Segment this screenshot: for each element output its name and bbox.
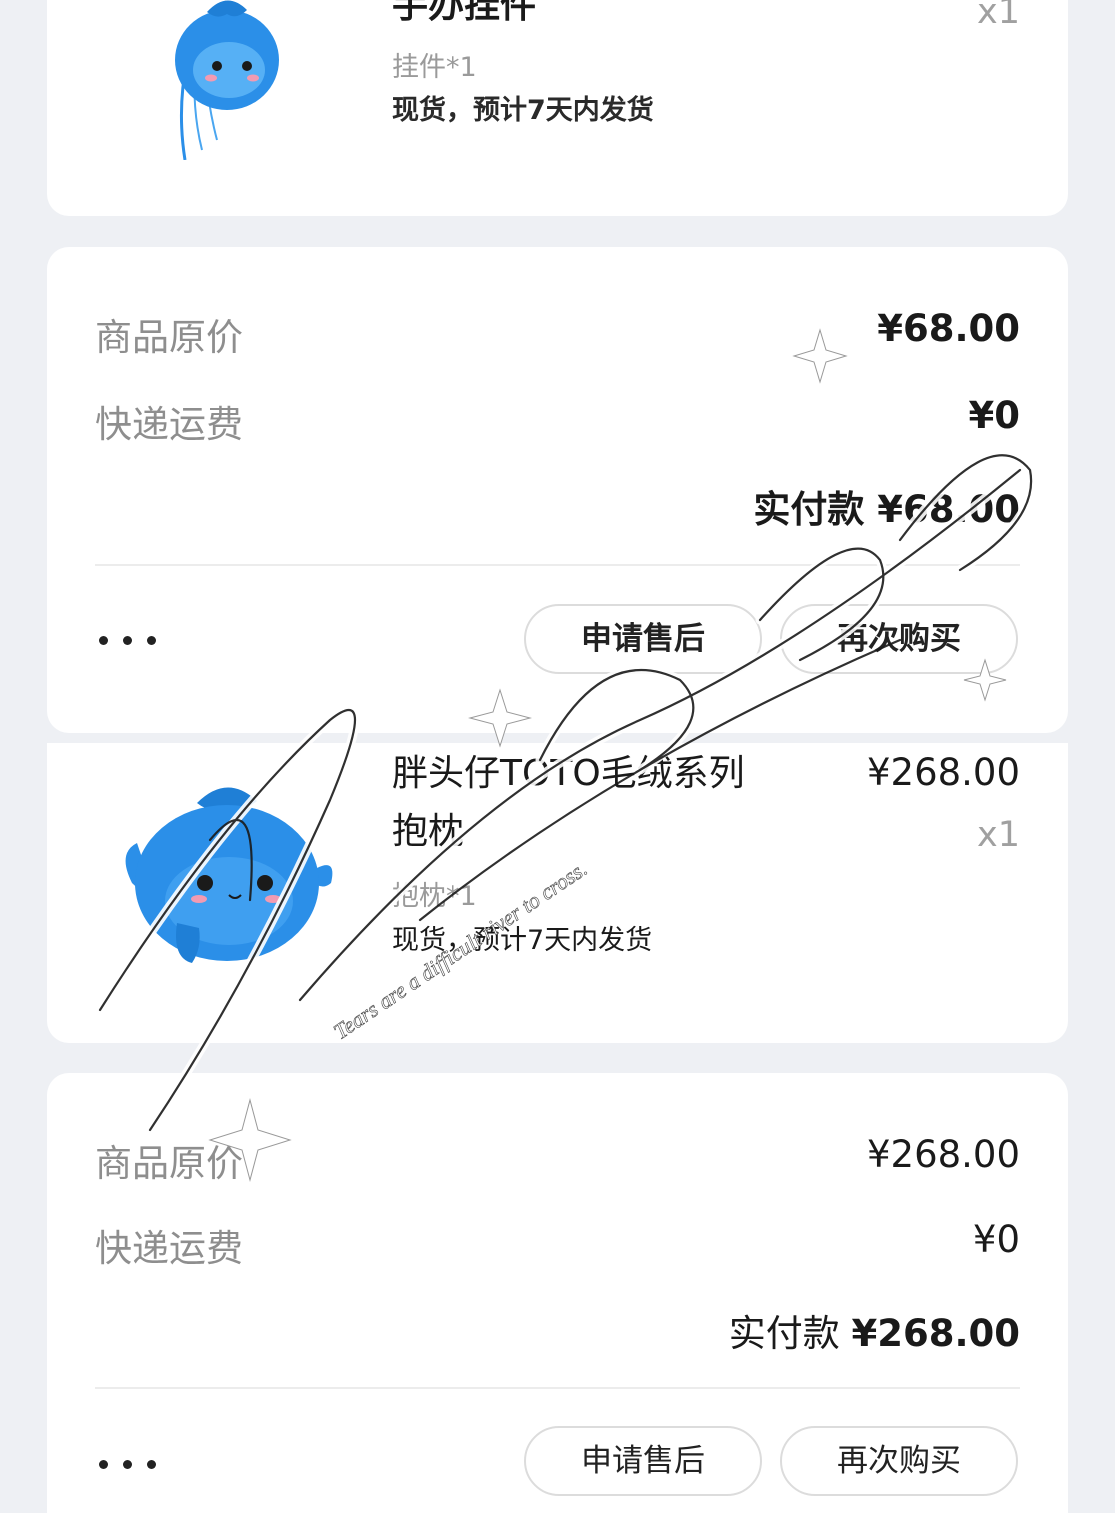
more-options-icon[interactable] [99,632,161,646]
product-spec: 挂件*1 [392,52,477,83]
paid-total: 实付款 ¥268.00 [729,1303,1020,1357]
after-sales-button[interactable]: 申请售后 [524,1426,762,1496]
original-price-label: 商品原价 [95,1142,243,1185]
buy-again-button[interactable]: 再次购买 [780,1426,1018,1496]
product-quantity: x1 [977,0,1020,32]
paid-amount: ¥68.00 [877,488,1020,531]
shipping-fee-label: 快递运费 [95,403,243,446]
order2-summary-card: 商品原价 ¥268.00 快递运费 ¥0 实付款 ¥268.00 申请售后 再次… [47,1073,1068,1513]
order2-product-card[interactable]: 胖头仔TOTO毛绒系列 抱枕 ¥268.00 x1 抱枕*1 现货，预计7天内发… [47,743,1068,1043]
shipping-fee-value: ¥0 [972,1218,1020,1261]
divider [95,564,1020,566]
blue-fish-plush-pillow-icon [125,787,333,963]
paid-amount: ¥268.00 [851,1312,1020,1355]
product-name-line2: 抱枕 [392,811,465,852]
buy-again-button[interactable]: 再次购买 [780,604,1018,674]
product-price: ¥268.00 [866,751,1020,794]
shipping-fee-label: 快递运费 [95,1227,243,1270]
divider [95,1387,1020,1389]
product-quantity: x1 [977,815,1020,855]
original-price-value: ¥268.00 [866,1133,1020,1176]
paid-label: 实付款 [753,488,865,531]
more-options-icon[interactable] [99,1456,161,1470]
blue-fish-keychain-icon [175,0,279,160]
paid-label: 实付款 [728,1312,840,1355]
product-name: 手办挂件 [392,0,537,26]
original-price-value: ¥68.00 [877,307,1020,350]
shipping-fee-value: ¥0 [968,394,1021,437]
product-spec: 抱枕*1 [392,881,477,912]
order1-product-card[interactable]: 手办挂件 x1 挂件*1 现货，预计7天内发货 [47,0,1068,216]
after-sales-button[interactable]: 申请售后 [524,604,762,674]
shipping-status: 现货，预计7天内发货 [392,925,653,956]
original-price-label: 商品原价 [95,316,243,359]
product-name-line1: 胖头仔TOTO毛绒系列 [392,753,745,794]
order1-summary-card: 商品原价 ¥68.00 快递运费 ¥0 实付款 ¥68.00 申请售后 再次购买 [47,247,1068,733]
shipping-status: 现货，预计7天内发货 [392,95,654,126]
paid-total: 实付款 ¥68.00 [753,479,1020,533]
